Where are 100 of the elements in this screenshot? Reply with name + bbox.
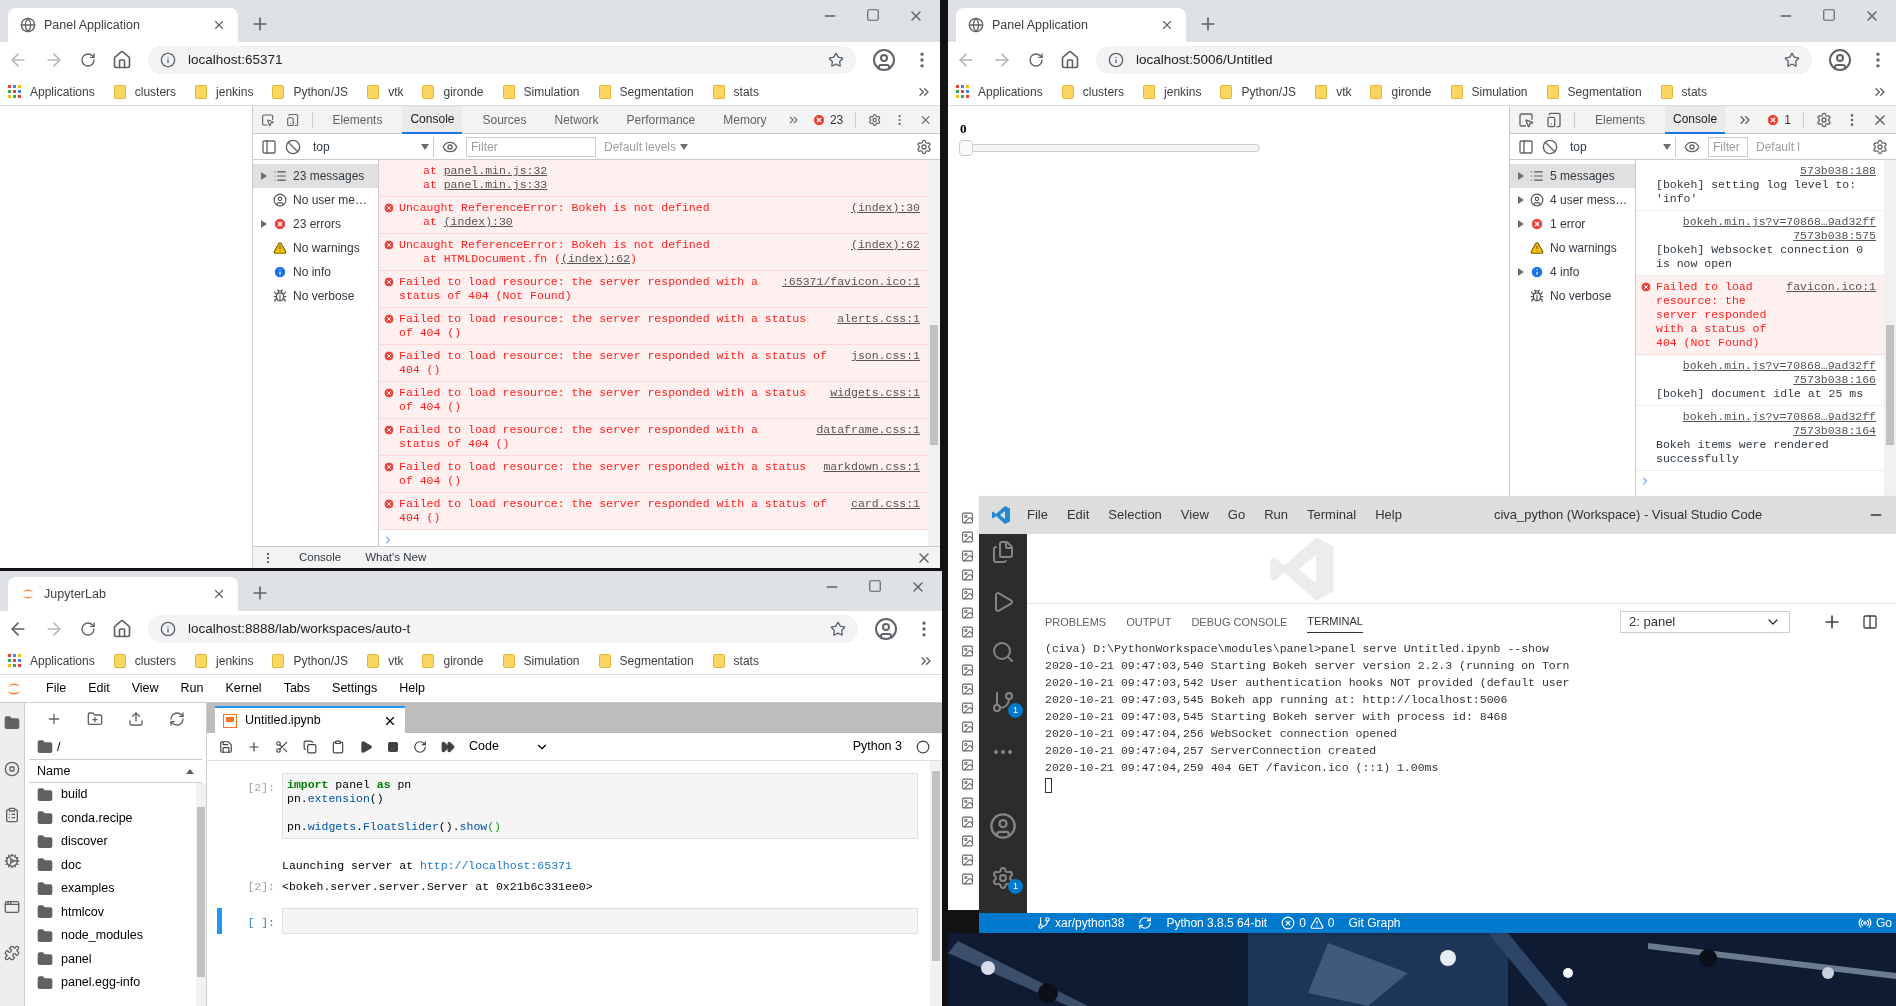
bookmark[interactable]: clusters: [113, 82, 177, 101]
panel-tab[interactable]: PROBLEMS: [1045, 611, 1107, 633]
source-link[interactable]: markdown.css:1: [823, 460, 920, 474]
bookmark[interactable]: Segmentation: [598, 82, 694, 101]
account-icon[interactable]: [989, 812, 1017, 840]
source-link[interactable]: bokeh.min.js?v=70868…9ad32ff7573b038:164: [1676, 410, 1876, 438]
console-sidebar-item[interactable]: No verbose: [253, 284, 378, 308]
menu-item[interactable]: Run: [1264, 505, 1288, 525]
source-link[interactable]: widgets.css:1: [830, 386, 920, 400]
run-icon[interactable]: [359, 739, 373, 754]
menu-item[interactable]: Edit: [1066, 505, 1090, 525]
restart-icon[interactable]: [413, 739, 427, 754]
source-control-icon[interactable]: [991, 690, 1015, 714]
settings-icon[interactable]: [1816, 111, 1832, 128]
directory-entry[interactable]: build: [25, 783, 196, 807]
output-link[interactable]: http://localhost:65371: [420, 859, 572, 872]
source-link[interactable]: (index):30: [443, 215, 513, 228]
context-select[interactable]: top: [309, 136, 434, 157]
bookmark-star-icon[interactable]: [1784, 52, 1800, 68]
save-icon[interactable]: [219, 739, 233, 754]
source-link[interactable]: favicon.ico:1: [1786, 280, 1876, 294]
menu-item[interactable]: File: [1027, 505, 1048, 525]
clear-console-icon[interactable]: [1542, 138, 1558, 155]
bookmark[interactable]: Python/JS: [272, 82, 349, 101]
source-link[interactable]: 573b038:188: [1800, 164, 1876, 178]
console-sidebar-item[interactable]: 23 messages: [253, 164, 378, 188]
bookmark[interactable]: Simulation: [1450, 82, 1528, 101]
menu-item[interactable]: Run: [180, 679, 204, 698]
console-sidebar-item[interactable]: No warnings: [1510, 236, 1635, 260]
bookmark[interactable]: clusters: [113, 651, 177, 670]
devtools-tab[interactable]: Sources: [474, 105, 535, 134]
fast-forward-icon[interactable]: [441, 739, 455, 754]
source-link[interactable]: alerts.css:1: [837, 312, 920, 326]
console-sidebar-item[interactable]: 4 user mess…: [1510, 188, 1635, 212]
browser-tab[interactable]: Panel Application: [8, 8, 238, 42]
devtools-tab[interactable]: Elements: [324, 105, 391, 134]
browser-tab[interactable]: Panel Application: [956, 8, 1186, 42]
bookmark[interactable]: gironde: [422, 651, 484, 670]
bookmark[interactable]: stats: [712, 651, 759, 670]
device-toolbar-icon[interactable]: [1546, 111, 1562, 128]
console-sidebar-item[interactable]: No warnings: [253, 236, 378, 260]
bookmark[interactable]: vtk: [367, 82, 404, 101]
branch-status[interactable]: xar/python38: [1037, 914, 1125, 932]
bookmark[interactable]: Simulation: [502, 82, 580, 101]
devtools-tab[interactable]: Performance: [618, 105, 704, 134]
home-icon[interactable]: [112, 619, 132, 639]
bookmark[interactable]: clusters: [1061, 82, 1125, 101]
device-toolbar-icon[interactable]: [286, 111, 300, 128]
menu-item[interactable]: Tabs: [283, 679, 311, 698]
settings-icon[interactable]: [916, 138, 932, 155]
bookmark[interactable]: Segmentation: [598, 651, 694, 670]
split-terminal-icon[interactable]: [1862, 614, 1878, 630]
menu-item[interactable]: Go: [1227, 505, 1246, 525]
add-cell-icon[interactable]: [247, 739, 261, 754]
copy-icon[interactable]: [303, 739, 317, 754]
reload-icon[interactable]: [80, 621, 96, 637]
menu-item[interactable]: View: [1180, 505, 1209, 525]
menu-item[interactable]: Edit: [88, 679, 110, 698]
close-icon[interactable]: [1160, 18, 1174, 32]
clear-console-icon[interactable]: [285, 138, 301, 155]
menu-item[interactable]: File: [46, 679, 67, 698]
bookmark[interactable]: vtk: [367, 651, 404, 670]
bookmark[interactable]: Python/JS: [272, 651, 349, 670]
bookmark-star-icon[interactable]: [828, 52, 844, 68]
directory-entry[interactable]: conda.recipe: [25, 806, 196, 830]
panel-tab[interactable]: DEBUG CONSOLE: [1191, 611, 1288, 633]
paste-icon[interactable]: [331, 739, 345, 754]
directory-entry[interactable]: doc: [25, 853, 196, 877]
close-icon[interactable]: [212, 18, 226, 32]
source-link[interactable]: bokeh.min.js?v=70868…9ad32ff7573b038:166: [1676, 359, 1876, 387]
folder-icon[interactable]: [4, 715, 20, 731]
profile-icon[interactable]: [874, 617, 898, 641]
console-sidebar-item[interactable]: 23 errors: [253, 212, 378, 236]
inspect-icon[interactable]: [1518, 111, 1534, 128]
menu-item[interactable]: Help: [399, 679, 425, 698]
console-sidebar-item[interactable]: 4 info: [1510, 260, 1635, 284]
bookmark[interactable]: Applications: [8, 651, 95, 670]
notebook-tab[interactable]: Untitled.ipynb: [215, 706, 405, 733]
stop-icon[interactable]: [387, 740, 399, 753]
directory-entry[interactable]: examples: [25, 877, 196, 901]
gears-icon[interactable]: [4, 853, 20, 869]
search-icon[interactable]: [991, 640, 1015, 664]
bookmark[interactable]: Python/JS: [1220, 82, 1297, 101]
bookmark[interactable]: jenkins: [1143, 82, 1202, 101]
maximize-icon[interactable]: [868, 579, 882, 593]
maximize-icon[interactable]: [866, 8, 880, 22]
files-icon[interactable]: [991, 540, 1015, 564]
directory-entry[interactable]: htmlcov: [25, 900, 196, 924]
address-bar[interactable]: localhost:65371: [148, 46, 856, 74]
code-cell[interactable]: import panel as pn pn.extension() pn.widgets.FloatSlider().show(): [282, 773, 918, 839]
clipboard-icon[interactable]: [4, 807, 20, 823]
bookmark[interactable]: jenkins: [195, 651, 254, 670]
settings-icon[interactable]: [991, 866, 1015, 890]
sidebar-toggle-icon[interactable]: [261, 138, 277, 155]
bookmark[interactable]: Applications: [8, 82, 95, 101]
menu-item[interactable]: View: [131, 679, 159, 698]
devtools-tab[interactable]: Console: [1665, 105, 1726, 134]
new-folder-icon[interactable]: [86, 711, 103, 727]
refresh-icon[interactable]: [169, 711, 186, 727]
panel-tab[interactable]: OUTPUT: [1126, 611, 1172, 633]
